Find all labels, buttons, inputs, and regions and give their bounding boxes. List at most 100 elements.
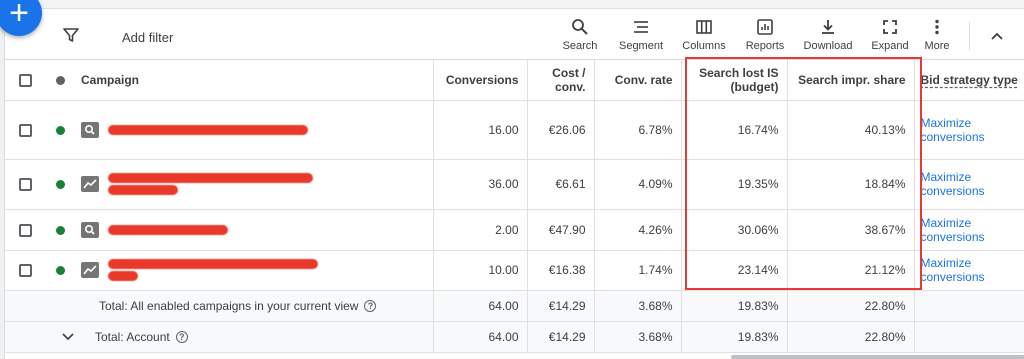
campaign-cell — [75, 209, 433, 251]
bid-strategy-link[interactable]: Maximize conversions — [921, 116, 985, 144]
bid-strategy-line2: conversions — [920, 129, 985, 144]
total-account-label: Total: Account — [95, 329, 170, 344]
search-impr-share-cell: 18.84% — [786, 159, 914, 210]
campaign-header[interactable]: Campaign — [75, 60, 433, 101]
conv-rate-header[interactable]: Conv. rate — [593, 60, 681, 101]
bid-strategy-link[interactable]: Maximize conversions — [921, 256, 985, 284]
table-row[interactable]: 36.00 €6.61 4.09% 19.35% 18.84% Maximize… — [5, 159, 1024, 210]
search-impr-share-cell: 21.12% — [786, 250, 914, 291]
redacted-campaign-name[interactable] — [102, 224, 229, 235]
table-row[interactable]: 2.00 €47.90 4.26% 30.06% 38.67% Maximize… — [5, 209, 1024, 251]
enabled-status-icon — [55, 266, 65, 276]
columns-label: Columns — [682, 40, 726, 52]
bid-strategy-line1: Maximize — [920, 256, 972, 270]
help-icon[interactable]: ? — [175, 331, 188, 344]
download-button[interactable]: Download — [798, 18, 858, 52]
row-checkbox[interactable] — [18, 123, 32, 137]
row-checkbox-cell — [5, 100, 45, 160]
search-label: Search — [562, 40, 598, 52]
total-conv-rate-cell: 3.68% — [593, 290, 681, 322]
search-lost-is-header-line2: (budget) — [730, 79, 779, 94]
conv-rate-cell: 6.78% — [593, 100, 681, 160]
cost-per-conv-cell: €26.06 — [526, 100, 594, 160]
bid-strategy-cell[interactable]: Maximize conversions — [913, 100, 1024, 160]
plus-icon: + — [9, 0, 29, 32]
total-conv-rate-cell: 3.68% — [593, 321, 681, 353]
cost-per-conv-header-line2: conv. — [555, 79, 586, 94]
row-checkbox-cell — [5, 159, 45, 210]
total-search-lost-is-cell: 19.83% — [680, 321, 787, 353]
enabled-status-icon — [55, 225, 65, 235]
cost-per-conv-header[interactable]: Cost / conv. — [526, 60, 594, 101]
bid-strategy-line2: conversions — [920, 229, 985, 244]
enabled-status-icon — [55, 125, 65, 135]
download-label: Download — [803, 40, 853, 52]
redacted-campaign-name[interactable] — [108, 173, 314, 195]
table-row[interactable]: 16.00 €26.06 6.78% 16.74% 40.13% Maximiz… — [5, 100, 1024, 160]
bid-strategy-header-label: Bid strategy type — [920, 72, 1018, 87]
segment-button[interactable]: Segment — [611, 18, 671, 52]
campaign-cell — [75, 159, 433, 210]
cost-per-conv-cell: €6.61 — [526, 159, 594, 210]
total-enabled-label: Total: All enabled campaigns in your cur… — [99, 298, 359, 313]
row-checkbox[interactable] — [18, 264, 32, 278]
conversions-cell: 36.00 — [432, 159, 527, 210]
bid-strategy-header[interactable]: Bid strategy type — [913, 60, 1024, 101]
search-impr-share-header[interactable]: Search impr. share — [786, 60, 914, 101]
top-strip — [5, 0, 1024, 9]
select-all-cell — [5, 60, 45, 101]
search-button[interactable]: Search — [550, 18, 610, 52]
columns-button[interactable]: Columns — [674, 18, 734, 52]
search-lost-is-header[interactable]: Search lost IS (budget) — [680, 60, 787, 101]
conv-rate-cell: 4.09% — [593, 159, 681, 210]
search-lost-is-cell: 19.35% — [680, 159, 787, 210]
chevron-down-icon[interactable] — [61, 332, 75, 342]
search-impr-share-cell: 38.67% — [786, 209, 914, 251]
bid-strategy-line1: Maximize — [920, 115, 972, 130]
bid-strategy-line2: conversions — [920, 184, 985, 198]
search-impr-share-cell: 40.13% — [786, 100, 914, 160]
search-campaign-icon — [81, 121, 99, 138]
campaign-cell — [75, 250, 433, 291]
filter-icon[interactable] — [63, 27, 79, 43]
total-row-account: Total: Account? 64.00 €14.29 3.68% 19.83… — [5, 321, 1024, 353]
bid-strategy-link[interactable]: Maximize conversions — [921, 170, 985, 198]
segment-icon — [634, 21, 648, 33]
cost-per-conv-cell: €47.90 — [526, 209, 594, 251]
add-filter-button[interactable]: Add filter — [122, 30, 173, 45]
bid-strategy-link[interactable]: Maximize conversions — [921, 216, 985, 244]
campaigns-panel: Add filter Search Segment Columns Report… — [4, 0, 1024, 359]
redacted-campaign-name[interactable] — [108, 259, 319, 281]
total-label-cell: Total: All enabled campaigns in your cur… — [5, 290, 433, 322]
total-search-impr-share-cell: 22.80% — [786, 321, 914, 353]
chevron-up-icon[interactable] — [989, 30, 1005, 42]
search-lost-is-header-line1: Search lost IS — [699, 65, 779, 80]
expand-label: Expand — [871, 40, 909, 52]
conversions-cell: 2.00 — [432, 209, 527, 251]
enabled-status-icon — [55, 180, 65, 190]
row-checkbox[interactable] — [18, 223, 32, 237]
horizontal-scrollbar[interactable] — [731, 355, 1024, 359]
row-status-cell — [45, 159, 75, 210]
table-row[interactable]: 10.00 €16.38 1.74% 23.14% 21.12% Maximiz… — [5, 250, 1024, 291]
help-icon[interactable]: ? — [364, 300, 377, 313]
performance-campaign-icon — [81, 262, 99, 278]
search-icon — [572, 19, 588, 35]
conversions-header[interactable]: Conversions — [432, 60, 527, 101]
bid-strategy-cell[interactable]: Maximize conversions — [913, 250, 1024, 291]
select-all-checkbox[interactable] — [18, 73, 32, 87]
redacted-campaign-name[interactable] — [102, 124, 309, 135]
toolbar-divider — [969, 22, 970, 50]
row-status-cell — [45, 100, 75, 160]
more-button[interactable]: More — [907, 18, 967, 52]
more-icon — [935, 19, 939, 35]
bid-strategy-line2: conversions — [920, 270, 985, 284]
bid-strategy-cell[interactable]: Maximize conversions — [913, 159, 1024, 210]
row-status-cell — [45, 250, 75, 291]
reports-button[interactable]: Reports — [735, 18, 795, 52]
total-cost-per-conv-cell: €14.29 — [526, 290, 594, 322]
bid-strategy-cell[interactable]: Maximize conversions — [913, 209, 1024, 251]
row-checkbox[interactable] — [18, 178, 32, 192]
row-status-cell — [45, 209, 75, 251]
search-lost-is-cell: 30.06% — [680, 209, 787, 251]
